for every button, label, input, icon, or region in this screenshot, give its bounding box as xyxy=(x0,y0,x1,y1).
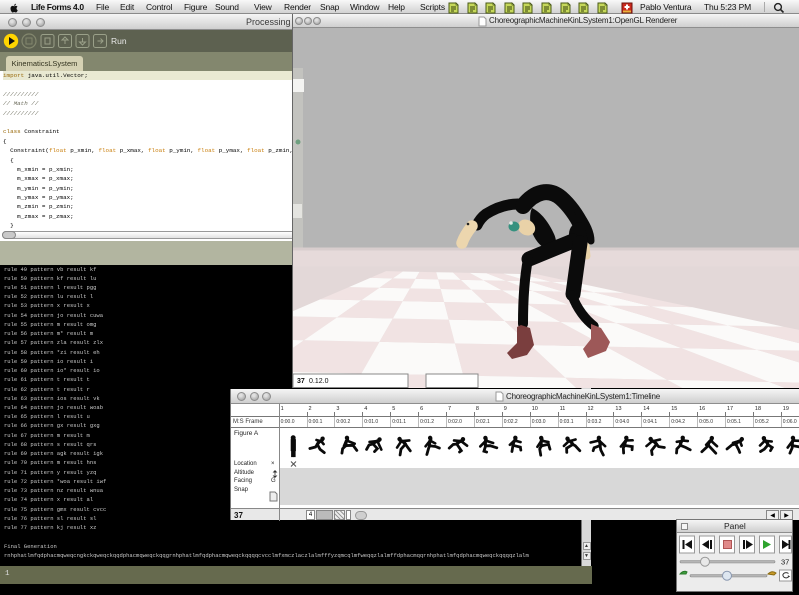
svg-text:37: 37 xyxy=(297,378,305,385)
svg-text:0.12.0: 0.12.0 xyxy=(309,378,329,385)
svg-text:37: 37 xyxy=(781,558,789,567)
